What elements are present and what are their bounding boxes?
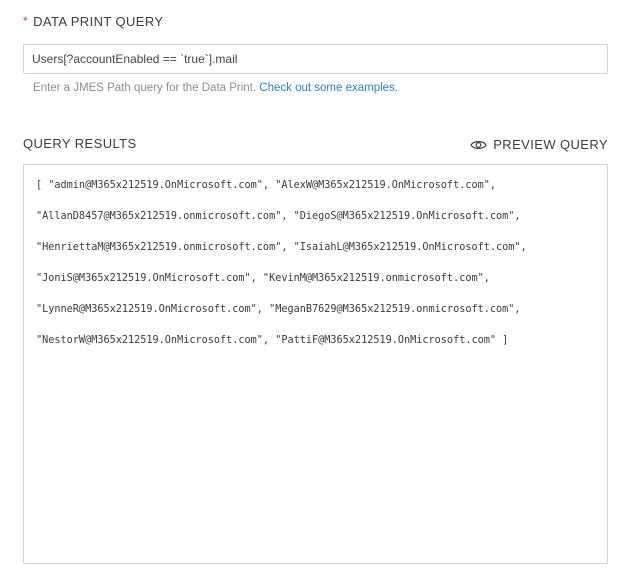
examples-link[interactable]: Check out some examples. — [259, 82, 398, 94]
query-results-box[interactable]: [ "admin@M365x212519.OnMicrosoft.com", "… — [23, 164, 608, 564]
data-print-query-label-text: DATA PRINT QUERY — [33, 14, 164, 29]
query-help-description: Enter a JMES Path query for the Data Pri… — [33, 82, 260, 94]
result-line: [ "admin@M365x212519.OnMicrosoft.com", "… — [36, 180, 497, 191]
result-line: "JoniS@M365x212519.OnMicrosoft.com", "Ke… — [36, 273, 490, 284]
result-line: "LynneR@M365x212519.OnMicrosoft.com", "M… — [36, 304, 521, 315]
preview-query-button[interactable]: PREVIEW QUERY — [470, 137, 608, 152]
result-line: "AllanD8457@M365x212519.onmicrosoft.com"… — [36, 211, 521, 222]
query-help-text: Enter a JMES Path query for the Data Pri… — [33, 82, 398, 94]
query-results-label: QUERY RESULTS — [23, 136, 137, 151]
eye-icon — [470, 140, 487, 149]
result-line: "HenriettaM@M365x212519.onmicrosoft.com"… — [36, 242, 527, 253]
preview-query-label: PREVIEW QUERY — [493, 137, 608, 152]
required-marker: * — [23, 13, 29, 28]
result-line: "NestorW@M365x212519.OnMicrosoft.com", "… — [36, 335, 509, 346]
data-print-query-input[interactable] — [23, 44, 608, 74]
data-print-query-label: * DATA PRINT QUERY — [23, 13, 164, 30]
